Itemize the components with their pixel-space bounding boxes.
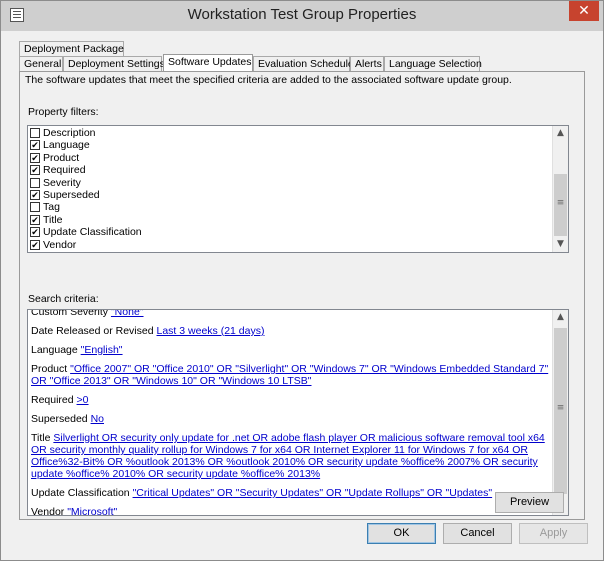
window-title: Workstation Test Group Properties bbox=[187, 6, 417, 23]
filter-item-tag[interactable]: Tag bbox=[28, 201, 552, 213]
preview-button[interactable]: Preview bbox=[495, 492, 564, 513]
criteria-item-update-classification: Update Classification "Critical Updates"… bbox=[31, 487, 551, 499]
ok-button[interactable]: OK bbox=[367, 523, 436, 544]
filter-label: Vendor bbox=[43, 238, 77, 251]
criteria-value-link[interactable]: Silverlight OR security only update for … bbox=[31, 432, 545, 480]
criteria-name: Date Released or Revised bbox=[31, 325, 154, 337]
cancel-button[interactable]: Cancel bbox=[443, 523, 512, 544]
filter-checkbox[interactable]: ✔ bbox=[30, 214, 40, 225]
filter-item-required[interactable]: ✔ Required bbox=[28, 164, 552, 176]
criteria-name: Update Classification bbox=[31, 487, 130, 499]
criteria-value-link[interactable]: "Microsoft" bbox=[67, 506, 117, 515]
scroll-down-icon[interactable]: ▼ bbox=[553, 237, 568, 252]
criteria-name: Product bbox=[31, 363, 68, 375]
criteria-name: Title bbox=[31, 432, 51, 444]
tab-general[interactable]: General bbox=[19, 56, 63, 71]
criteria-item-product: Product "Office 2007" OR "Office 2010" O… bbox=[31, 363, 551, 387]
criteria-value-link[interactable]: No bbox=[91, 413, 104, 425]
tab-deployment-package[interactable]: Deployment Package bbox=[19, 41, 124, 56]
filter-item-product[interactable]: ✔ Product bbox=[28, 152, 552, 164]
filter-item-superseded[interactable]: ✔ Superseded bbox=[28, 189, 552, 201]
filter-label: Required bbox=[43, 164, 86, 177]
property-filters-list[interactable]: Description ✔ Language ✔ Product ✔ Requi… bbox=[27, 125, 569, 253]
criteria-name: Custom Severity bbox=[31, 309, 109, 318]
criteria-item-language: Language "English" bbox=[31, 344, 551, 356]
scroll-up-icon[interactable]: ▲ bbox=[553, 126, 568, 141]
filter-item-title[interactable]: ✔ Title bbox=[28, 214, 552, 226]
filter-label: Title bbox=[43, 213, 63, 226]
tab-label: Alerts bbox=[355, 58, 382, 70]
scroll-thumb[interactable]: ≡ bbox=[554, 328, 567, 494]
criteria-item-custom-severity: Custom Severity "None" bbox=[31, 309, 551, 318]
filter-checkbox[interactable]: ✔ bbox=[30, 152, 40, 163]
filter-label: Description bbox=[43, 127, 96, 139]
criteria-name: Superseded bbox=[31, 413, 88, 425]
properties-dialog: Workstation Test Group Properties ✕ Depl… bbox=[0, 0, 604, 561]
filter-checkbox[interactable]: ✔ bbox=[30, 227, 40, 238]
criteria-name: Required bbox=[31, 394, 74, 406]
criteria-value-link[interactable]: "English" bbox=[81, 344, 123, 356]
filter-checkbox[interactable]: ✔ bbox=[30, 140, 40, 151]
criteria-value-link[interactable]: Last 3 weeks (21 days) bbox=[157, 325, 265, 337]
tab-deployment-settings[interactable]: Deployment Settings bbox=[63, 56, 165, 71]
tab-label: Evaluation Schedule bbox=[258, 58, 354, 70]
title-bar[interactable]: Workstation Test Group Properties ✕ bbox=[1, 1, 603, 31]
tab-label: General bbox=[24, 58, 62, 70]
filter-checkbox[interactable] bbox=[30, 128, 40, 138]
criteria-item-required: Required >0 bbox=[31, 394, 551, 406]
filter-checkbox[interactable] bbox=[30, 177, 40, 188]
scroll-up-icon[interactable]: ▲ bbox=[553, 310, 568, 325]
tab-language-selection[interactable]: Language Selection bbox=[384, 56, 482, 71]
criteria-value-link[interactable]: "Critical Updates" OR "Security Updates"… bbox=[133, 487, 493, 499]
tab-label: Software Updates bbox=[168, 56, 252, 68]
search-criteria-box[interactable]: Custom Severity "None" Date Released or … bbox=[27, 309, 569, 516]
search-criteria-label: Search criteria: bbox=[28, 293, 99, 305]
filter-label: Superseded bbox=[43, 188, 100, 201]
filter-checkbox[interactable]: ✔ bbox=[30, 165, 40, 176]
close-button[interactable]: ✕ bbox=[569, 1, 599, 21]
criteria-item-title: Title Silverlight OR security only updat… bbox=[31, 432, 551, 480]
filter-label: Update Classification bbox=[43, 226, 142, 239]
search-criteria-content: Custom Severity "None" Date Released or … bbox=[31, 309, 551, 516]
filter-label: Tag bbox=[43, 201, 60, 214]
tab-label: Deployment Package bbox=[24, 43, 124, 55]
property-filters-rows: Description ✔ Language ✔ Product ✔ Requi… bbox=[28, 127, 552, 251]
panel-description: The software updates that meet the speci… bbox=[25, 74, 512, 86]
software-updates-panel: The software updates that meet the speci… bbox=[19, 71, 585, 520]
tab-label: Language Selection bbox=[389, 58, 482, 70]
filter-label: Language bbox=[43, 139, 90, 152]
filters-scrollbar[interactable]: ▲ ≡ ▼ bbox=[552, 126, 568, 252]
filter-item-severity[interactable]: Severity bbox=[28, 177, 552, 189]
tab-label: Deployment Settings bbox=[68, 58, 165, 70]
criteria-value-link[interactable]: "Office 2007" OR "Office 2010" OR "Silve… bbox=[31, 363, 548, 387]
filter-label: Product bbox=[43, 151, 80, 164]
criteria-item-vendor: Vendor "Microsoft" bbox=[31, 506, 551, 516]
criteria-item-date-released: Date Released or Revised Last 3 weeks (2… bbox=[31, 325, 551, 337]
criteria-name: Language bbox=[31, 344, 78, 356]
apply-button[interactable]: Apply bbox=[519, 523, 588, 544]
criteria-value-link[interactable]: "None" bbox=[111, 310, 144, 318]
filter-item-language[interactable]: ✔ Language bbox=[28, 139, 552, 151]
property-filters-label: Property filters: bbox=[28, 106, 99, 118]
grip-icon: ≡ bbox=[556, 198, 565, 208]
filter-label: Severity bbox=[43, 176, 81, 189]
grip-icon: ≡ bbox=[556, 403, 565, 413]
criteria-item-superseded: Superseded No bbox=[31, 413, 551, 425]
tab-alerts[interactable]: Alerts bbox=[350, 56, 384, 71]
filter-checkbox[interactable] bbox=[30, 202, 40, 213]
tab-evaluation-schedule[interactable]: Evaluation Schedule bbox=[253, 56, 354, 71]
criteria-scrollbar[interactable]: ▲ ≡ ▼ bbox=[552, 310, 568, 515]
filter-item-update-classification[interactable]: ✔ Update Classification bbox=[28, 226, 552, 238]
filter-item-vendor[interactable]: ✔ Vendor bbox=[28, 239, 552, 251]
filter-checkbox[interactable]: ✔ bbox=[30, 239, 40, 250]
dialog-client-area: Deployment Package General Deployment Se… bbox=[9, 32, 595, 552]
filter-checkbox[interactable]: ✔ bbox=[30, 189, 40, 200]
filter-item-description[interactable]: Description bbox=[28, 127, 552, 139]
scroll-thumb[interactable]: ≡ bbox=[554, 174, 567, 236]
tab-software-updates[interactable]: Software Updates bbox=[163, 54, 253, 71]
criteria-value-link[interactable]: >0 bbox=[77, 394, 89, 406]
criteria-name: Vendor bbox=[31, 506, 65, 516]
